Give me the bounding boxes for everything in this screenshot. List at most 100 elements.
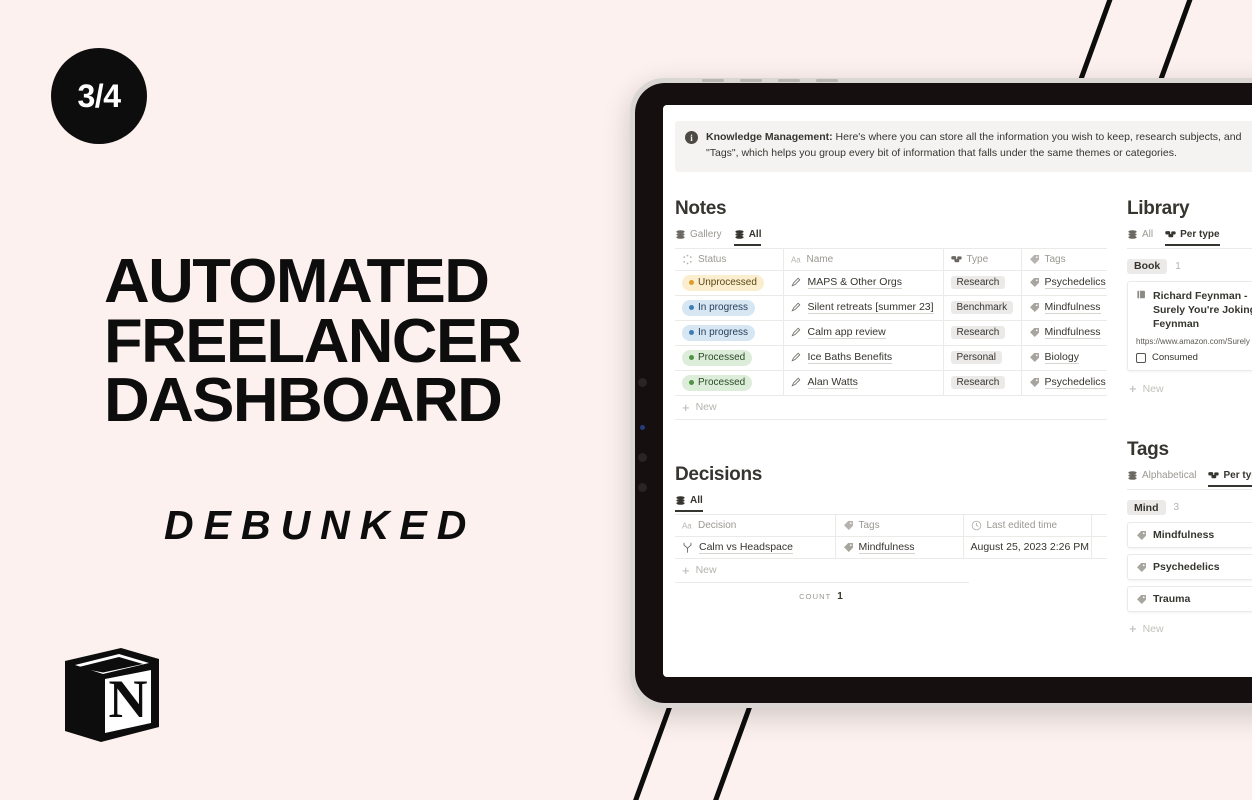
cell-decision-tag[interactable]: Mindfulness xyxy=(835,535,964,559)
library-book-card[interactable]: Richard Feynman - Surely You're Joking, … xyxy=(1127,280,1252,372)
type-chip: Personal xyxy=(950,351,1002,364)
cell-name[interactable]: Silent retreats [summer 23] xyxy=(783,294,944,321)
cell-name[interactable]: Ice Baths Benefits xyxy=(783,344,944,371)
clock-icon xyxy=(971,520,982,531)
tags-section-title: Tags xyxy=(1127,439,1169,461)
decisions-view-tabs: All xyxy=(675,495,1107,512)
tags-new-button[interactable]: + New xyxy=(1127,618,1252,639)
notes-new-row-label: New xyxy=(695,401,717,413)
cell-decision[interactable]: Calm vs Headspace xyxy=(675,535,836,559)
table-row[interactable]: Calm vs Headspace Mindfulness August 25,… xyxy=(675,535,1107,559)
decisions-table: Aa Decision Tags Last edited time Calm v… xyxy=(675,513,1107,559)
left-column: Notes Gallery All Status Aa Name Type Ta… xyxy=(675,198,1107,640)
tab-tags-per-type[interactable]: Per type xyxy=(1208,470,1252,488)
tags-group-header: Mind 3 xyxy=(1127,500,1252,516)
notion-page: i Knowledge Management: Here's where you… xyxy=(663,105,1252,677)
tab-notes-gallery[interactable]: Gallery xyxy=(675,229,722,246)
count-label: COUNT xyxy=(799,591,832,601)
status-badge: Processed xyxy=(698,377,746,388)
pencil-icon xyxy=(790,302,802,313)
list-item[interactable]: Trauma xyxy=(1127,586,1252,613)
cell-type[interactable]: Research xyxy=(943,269,1022,296)
tag-label: Biology xyxy=(1044,351,1079,364)
library-card-consumed-checkbox[interactable]: Consumed xyxy=(1136,352,1252,363)
cell-tags[interactable]: Psychedelics xyxy=(1021,369,1107,396)
cell-last-edited[interactable]: August 25, 2023 2:26 PM xyxy=(963,535,1092,559)
cell-type[interactable]: Benchmark xyxy=(943,294,1022,321)
decisions-section-title: Decisions xyxy=(675,463,763,485)
notes-table-body: Unprocessed MAPS & Other Orgs Research P… xyxy=(675,269,1107,396)
tag-icon xyxy=(843,542,854,553)
table-row[interactable]: Processed Ice Baths Benefits Personal Bi… xyxy=(675,344,1107,371)
status-badge: In progress xyxy=(698,302,749,313)
cell-status[interactable]: Processed xyxy=(675,344,784,371)
tag-icon xyxy=(1029,302,1040,313)
tag-label: Mindfulness xyxy=(858,540,915,554)
column-header-overflow[interactable] xyxy=(1091,513,1107,537)
type-chip: Research xyxy=(950,376,1006,389)
table-row[interactable]: Processed Alan Watts Research Psychedeli… xyxy=(675,369,1107,396)
decisions-new-row-button[interactable]: + New xyxy=(675,559,969,583)
library-group-name: Book xyxy=(1127,258,1168,274)
tab-library-per-type[interactable]: Per type xyxy=(1165,228,1220,246)
column-header-name[interactable]: Aa Name xyxy=(783,247,944,271)
title-aa-icon: Aa xyxy=(682,520,693,531)
list-item[interactable]: Psychedelics xyxy=(1127,554,1252,581)
notes-view-tabs: Gallery All xyxy=(675,229,1107,246)
cell-name[interactable]: Calm app review xyxy=(783,319,944,346)
speaker-slot xyxy=(740,79,762,82)
column-header-decision-tags-label: Tags xyxy=(858,519,880,531)
status-dot-icon xyxy=(689,305,694,310)
tab-library-all[interactable]: All xyxy=(1127,229,1153,246)
cell-status[interactable]: Processed xyxy=(675,369,784,396)
cell-status[interactable]: In progress xyxy=(675,294,784,321)
cell-type[interactable]: Personal xyxy=(943,344,1022,371)
cell-tags[interactable]: Mindfulness xyxy=(1021,319,1107,346)
cell-type[interactable]: Research xyxy=(943,319,1022,346)
column-header-status[interactable]: Status xyxy=(675,247,784,271)
tag-icon xyxy=(843,520,854,531)
count-value: 1 xyxy=(837,590,843,602)
note-name: Alan Watts xyxy=(807,376,858,389)
decisions-count: COUNT 1 xyxy=(675,583,967,602)
notes-new-row-button[interactable]: + New xyxy=(675,396,1107,420)
tag-icon xyxy=(1029,327,1040,338)
column-header-last-edited[interactable]: Last edited time xyxy=(963,513,1092,537)
cell-type[interactable]: Research xyxy=(943,369,1022,396)
slide-counter-badge: 3/4 xyxy=(51,48,147,144)
cell-tags[interactable]: Biology xyxy=(1021,344,1107,371)
column-header-type[interactable]: Type xyxy=(943,247,1022,271)
bezel-sensor-dot xyxy=(638,453,647,462)
column-header-decision-tags[interactable]: Tags xyxy=(835,513,964,537)
cell-tags[interactable]: Mindfulness xyxy=(1021,294,1107,321)
book-icon xyxy=(1136,289,1147,300)
speaker-slot xyxy=(702,79,724,82)
table-row[interactable]: In progress Calm app review Research Min… xyxy=(675,319,1107,346)
cell-tags[interactable]: Psychedelics xyxy=(1021,269,1107,296)
callout-body-line-2: "Tags", which helps you group every bit … xyxy=(706,146,1177,159)
tab-decisions-all[interactable]: All xyxy=(675,495,703,512)
tab-tags-alphabetical[interactable]: Alphabetical xyxy=(1127,470,1196,487)
knowledge-management-callout: i Knowledge Management: Here's where you… xyxy=(675,121,1252,172)
cell-name[interactable]: MAPS & Other Orgs xyxy=(783,269,944,296)
tag-icon xyxy=(1029,352,1040,363)
cell-status[interactable]: In progress xyxy=(675,319,784,346)
tab-library-per-type-label: Per type xyxy=(1180,228,1220,240)
status-badge: Processed xyxy=(698,352,746,363)
column-header-tags[interactable]: Tags xyxy=(1021,247,1107,271)
cell-name[interactable]: Alan Watts xyxy=(783,369,944,396)
cell-status[interactable]: Unprocessed xyxy=(675,269,784,296)
column-header-decision[interactable]: Aa Decision xyxy=(675,513,836,537)
tablet-device: i Knowledge Management: Here's where you… xyxy=(630,78,1252,708)
stacked-layers-icon xyxy=(1127,229,1138,240)
library-new-button[interactable]: + New xyxy=(1127,378,1252,399)
library-view-tabs: All Per type xyxy=(1127,229,1252,246)
svg-text:Aa: Aa xyxy=(682,521,692,530)
tag-icon xyxy=(1136,530,1147,541)
list-item[interactable]: Mindfulness xyxy=(1127,522,1252,549)
tab-notes-all[interactable]: All xyxy=(733,229,762,246)
library-card-url[interactable]: https://www.amazon.com/Surely xyxy=(1136,337,1252,346)
table-row[interactable]: In progress Silent retreats [summer 23] … xyxy=(675,294,1107,321)
column-header-status-label: Status xyxy=(698,253,727,265)
table-row[interactable]: Unprocessed MAPS & Other Orgs Research P… xyxy=(675,269,1107,296)
